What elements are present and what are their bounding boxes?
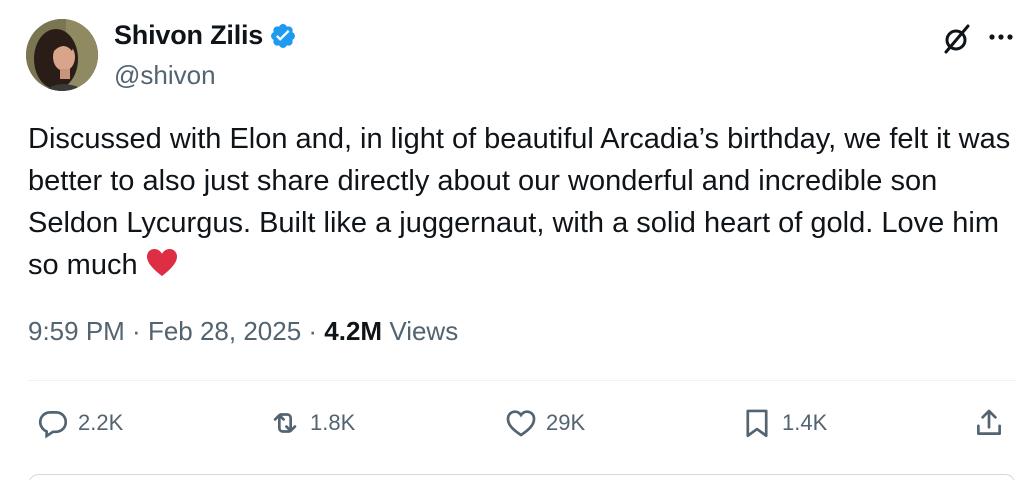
reply-button[interactable]: 2.2K	[36, 398, 123, 448]
grok-icon[interactable]	[940, 22, 974, 56]
tweet-time[interactable]: 9:59 PM	[28, 316, 125, 346]
bookmark-count: 1.4K	[782, 410, 828, 435]
meta-separator-2: ·	[301, 316, 325, 346]
verified-badge-icon[interactable]	[269, 22, 297, 50]
repost-button[interactable]: 1.8K	[268, 398, 355, 448]
views-label: Views	[389, 316, 459, 346]
like-button[interactable]: 29K	[504, 398, 585, 448]
reply-icon	[38, 411, 68, 439]
divider	[28, 380, 1016, 381]
red-heart-emoji-icon	[146, 248, 178, 278]
bookmark-button[interactable]: 1.4K	[740, 398, 827, 448]
action-bar: 2.2K 1.8K 29K 1.4K	[0, 398, 1024, 448]
avatar-image	[26, 19, 98, 91]
share-icon	[977, 409, 1001, 435]
meta-separator: ·	[124, 316, 148, 346]
author-name-row: Shivon Zilis	[114, 20, 297, 51]
more-options-icon[interactable]	[986, 22, 1016, 52]
like-count: 29K	[546, 410, 586, 435]
views-count: 4.2M	[324, 316, 383, 346]
repost-icon	[273, 413, 297, 433]
tweet-date[interactable]: Feb 28, 2025	[148, 316, 301, 346]
avatar[interactable]	[26, 19, 98, 91]
author-handle[interactable]: @shivon	[114, 60, 216, 91]
repost-count: 1.8K	[310, 410, 356, 435]
like-icon	[506, 410, 536, 437]
reply-composer[interactable]	[28, 474, 1016, 480]
tweet-meta: 9:59 PM · Feb 28, 2025 · 4.2M Views	[28, 316, 458, 347]
tweet-text: Discussed with Elon and, in light of bea…	[28, 118, 1018, 286]
bookmark-icon	[746, 409, 768, 438]
tweet: Shivon Zilis @shivon Discussed with Elon…	[0, 0, 1024, 480]
reply-count: 2.2K	[78, 410, 124, 435]
author-display-name[interactable]: Shivon Zilis	[114, 20, 263, 51]
share-button[interactable]	[972, 398, 1006, 448]
